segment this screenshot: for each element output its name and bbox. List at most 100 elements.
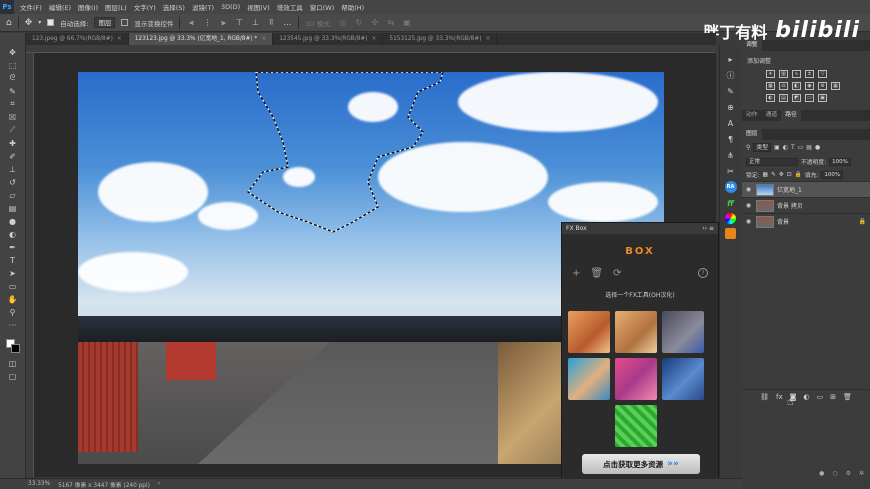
dodge-tool-icon[interactable]: ◐ bbox=[5, 229, 21, 239]
gradient-map-icon[interactable]: ▭ bbox=[805, 94, 814, 102]
history-brush-icon[interactable]: ↺ bbox=[5, 177, 21, 187]
fx-icon[interactable]: fx bbox=[776, 393, 783, 401]
tab-document-2[interactable]: 123123.jpg @ 33.3% (亿宽地_1, RGB/8#) * × bbox=[128, 33, 274, 45]
chevron-down-icon[interactable]: ▾ bbox=[38, 19, 41, 26]
layer-name[interactable]: 背景 bbox=[777, 217, 789, 226]
zoom-tool-icon[interactable]: ⚲ bbox=[5, 307, 21, 317]
filter-toggle-icon[interactable]: ● bbox=[815, 144, 820, 151]
photoshop-logo-icon[interactable]: Ps bbox=[0, 0, 14, 14]
align-center-icon[interactable]: ⋮ bbox=[202, 18, 212, 28]
invert-icon[interactable]: ◐ bbox=[766, 94, 775, 102]
sunglasses-thumb[interactable] bbox=[568, 358, 610, 400]
filter-type-icon[interactable]: T bbox=[791, 144, 795, 151]
menu-view[interactable]: 视图(V) bbox=[247, 2, 270, 12]
more-options-icon[interactable]: … bbox=[282, 18, 292, 28]
menu-window[interactable]: 窗口(W) bbox=[310, 2, 335, 12]
layer-row[interactable]: ◉ 背景 拷贝 bbox=[742, 197, 870, 213]
circle-outline-icon[interactable]: ○ bbox=[832, 470, 837, 480]
tools-icon[interactable]: ✂ bbox=[724, 165, 738, 177]
tab-channels[interactable]: 通道 bbox=[762, 110, 782, 121]
marquee-tool-icon[interactable]: ⬚ bbox=[5, 60, 21, 70]
auto-select-dropdown[interactable]: 图层 bbox=[94, 17, 116, 28]
get-more-resources-button[interactable]: 点击获取更多资源 »» bbox=[582, 454, 700, 474]
quick-select-tool-icon[interactable]: ✎ bbox=[5, 86, 21, 96]
lock-all-icon[interactable]: 🔒 bbox=[795, 172, 802, 178]
home-icon[interactable]: ⌂ bbox=[6, 18, 12, 28]
link-layers-icon[interactable]: ⛓ bbox=[760, 393, 769, 401]
ff-plugin-icon[interactable]: ff bbox=[724, 197, 738, 209]
layer-name[interactable]: 背景 拷贝 bbox=[777, 201, 803, 210]
filter-shape-icon[interactable]: ▭ bbox=[798, 144, 804, 151]
curves-icon[interactable]: ∿ bbox=[792, 70, 801, 78]
trash-icon[interactable]: 🗑 bbox=[590, 268, 603, 279]
hand-tool-icon[interactable]: ✋ bbox=[5, 294, 21, 304]
auto-select-checkbox[interactable] bbox=[47, 19, 55, 26]
sketch-portrait-thumb[interactable] bbox=[662, 358, 704, 400]
path-select-icon[interactable]: ➤ bbox=[5, 268, 21, 278]
hue-saturation-icon[interactable]: ▦ bbox=[766, 82, 775, 90]
paragraph-icon[interactable]: ¶ bbox=[724, 133, 738, 145]
filter-pixel-icon[interactable]: ▣ bbox=[774, 144, 780, 151]
watercolor-thumb[interactable] bbox=[568, 311, 610, 353]
levels-icon[interactable]: ▥ bbox=[779, 70, 788, 78]
layer-name[interactable]: 亿宽地_1 bbox=[777, 185, 802, 194]
quick-mask-icon[interactable]: ◫ bbox=[5, 358, 21, 368]
new-group-icon[interactable]: ▭ bbox=[817, 393, 824, 401]
black-white-icon[interactable]: ◧ bbox=[792, 82, 801, 90]
color-balance-icon[interactable]: ⚖ bbox=[779, 82, 788, 90]
fxbox-plugin-icon[interactable] bbox=[725, 228, 736, 239]
green-texture-thumb[interactable] bbox=[615, 405, 657, 447]
3d-roll-icon[interactable]: ↻ bbox=[354, 18, 364, 28]
menu-type[interactable]: 文字(Y) bbox=[134, 2, 156, 12]
screen-mode-icon[interactable]: ▢ bbox=[5, 371, 21, 381]
color-swatches[interactable] bbox=[4, 339, 22, 355]
blend-mode-dropdown[interactable]: 正常 bbox=[746, 157, 798, 166]
rectangle-tool-icon[interactable]: ▭ bbox=[5, 281, 21, 291]
history-icon[interactable]: ▸ bbox=[724, 53, 738, 65]
lasso-tool-icon[interactable]: ᘓ bbox=[5, 73, 21, 83]
tab-document-1[interactable]: 123.jpeg @ 66.7%(RGB/8#) × bbox=[26, 33, 129, 45]
tab-document-4[interactable]: 5153125.jpg @ 33.3%(RGB/8#) × bbox=[383, 33, 498, 45]
house-3d-thumb[interactable] bbox=[662, 311, 704, 353]
blur-tool-icon[interactable]: ● bbox=[5, 216, 21, 226]
lock-position-icon[interactable]: ✥ bbox=[779, 172, 784, 178]
zoom-level[interactable]: 33.33% bbox=[28, 481, 50, 487]
layer-row[interactable]: ◉ 背景 🔒 bbox=[742, 213, 870, 229]
gradient-tool-icon[interactable]: ▤ bbox=[5, 203, 21, 213]
new-layer-icon[interactable]: ⊞ bbox=[830, 393, 836, 401]
document-info[interactable]: 5167 像素 x 3447 像素 (240 ppi) bbox=[58, 480, 150, 489]
layer-filter-dropdown[interactable]: 类型 bbox=[753, 143, 772, 152]
3d-pan-icon[interactable]: ✣ bbox=[370, 18, 380, 28]
3d-scale-icon[interactable]: ▣ bbox=[402, 18, 412, 28]
menu-help[interactable]: 帮助(H) bbox=[341, 2, 364, 12]
menu-image[interactable]: 图像(I) bbox=[78, 2, 98, 12]
menu-filter[interactable]: 滤镜(T) bbox=[192, 2, 214, 12]
align-top-icon[interactable]: ⊤ bbox=[234, 18, 244, 28]
background-color[interactable] bbox=[10, 344, 20, 353]
align-right-icon[interactable]: ⫸ bbox=[218, 18, 228, 28]
pen-tool-icon[interactable]: ✒ bbox=[5, 242, 21, 252]
brightness-icon[interactable]: ☀ bbox=[766, 70, 775, 78]
align-left-icon[interactable]: ⫷ bbox=[186, 18, 196, 28]
opacity-input[interactable]: 100% bbox=[829, 157, 851, 166]
show-transform-checkbox[interactable] bbox=[121, 19, 129, 26]
tab-actions[interactable]: 动作 bbox=[742, 110, 762, 121]
tab-paths[interactable]: 路径 bbox=[781, 110, 801, 121]
more-tools-icon[interactable]: ··· bbox=[5, 320, 21, 330]
ra-plugin-icon[interactable]: RA bbox=[724, 181, 737, 193]
fox-art-thumb[interactable] bbox=[615, 311, 657, 353]
lock-icon[interactable]: 🔒 bbox=[859, 218, 866, 225]
filter-adjust-icon[interactable]: ◐ bbox=[783, 144, 788, 151]
eye-icon[interactable]: ◉ bbox=[744, 218, 753, 225]
menu-file[interactable]: 文件(F) bbox=[20, 2, 42, 12]
channel-mixer-icon[interactable]: ⊛ bbox=[818, 82, 827, 90]
3d-slide-icon[interactable]: ⇆ bbox=[386, 18, 396, 28]
selective-color-icon[interactable]: ▣ bbox=[818, 94, 827, 102]
adjustment-layer-icon[interactable]: ◐ bbox=[803, 393, 809, 401]
filter-smart-icon[interactable]: ▤ bbox=[806, 144, 812, 151]
tab-adjustments[interactable]: 调整 bbox=[742, 40, 762, 51]
fill-input[interactable]: 100% bbox=[821, 170, 844, 179]
lock-image-icon[interactable]: ✎ bbox=[771, 172, 776, 178]
delete-layer-icon[interactable]: 🗑 bbox=[843, 393, 852, 401]
tab-document-3[interactable]: 123545.jpg @ 33.3%(RGB/8#) × bbox=[273, 33, 384, 45]
